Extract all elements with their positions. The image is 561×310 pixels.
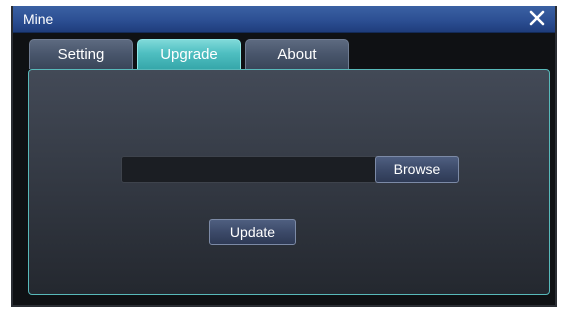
file-path-field[interactable] [121,156,377,183]
tab-about[interactable]: About [245,39,349,69]
tab-upgrade[interactable]: Upgrade [137,39,241,69]
browse-button[interactable]: Browse [375,156,459,183]
update-button[interactable]: Update [209,219,296,245]
close-button[interactable] [527,8,547,28]
window-title: Mine [23,11,54,27]
upgrade-panel: Browse Update [28,69,550,295]
close-icon [529,10,545,26]
dialog-window: Mine Setting Upgrade About Browse Update [11,6,557,307]
title-bar: Mine [13,6,555,33]
tab-setting[interactable]: Setting [29,39,133,69]
